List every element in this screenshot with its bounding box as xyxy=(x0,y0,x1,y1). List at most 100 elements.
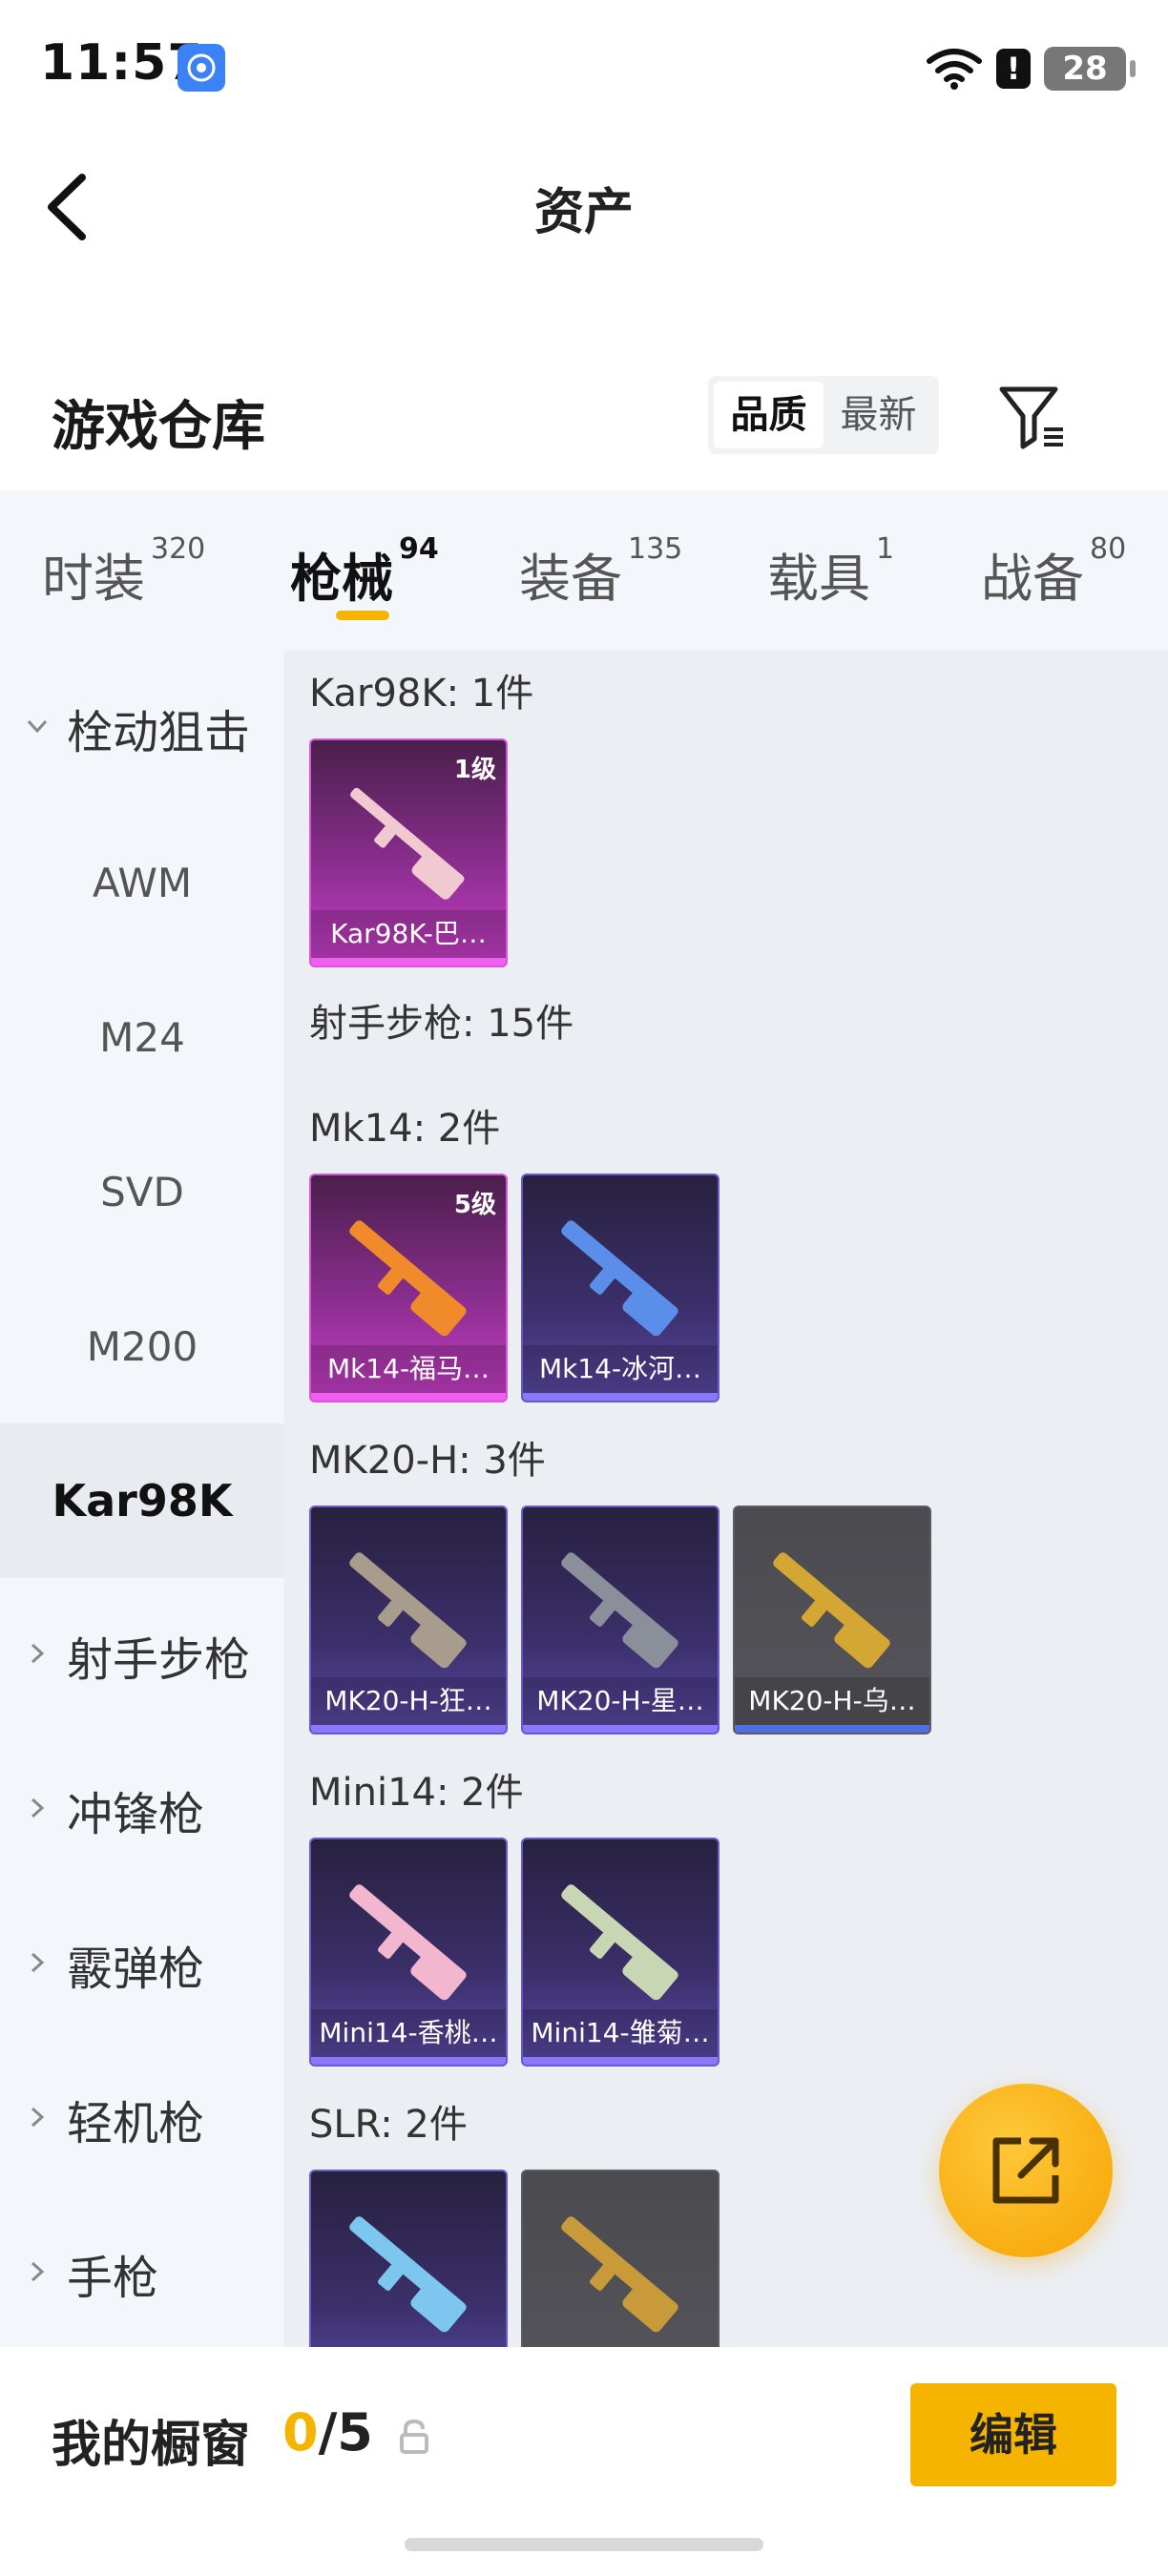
rarity-bar xyxy=(311,2057,506,2065)
category-tabs: 时装 320 枪械 94 装备 135 载具 1 战备 80 xyxy=(0,490,1168,651)
item-name: MK20-H-乌… xyxy=(735,1677,929,1725)
rifle-icon xyxy=(349,1552,467,1669)
item-name: Mini14-雏菊… xyxy=(523,2009,718,2057)
tab-weapons[interactable]: 枪械 94 xyxy=(290,532,439,612)
sidebar-item-m200[interactable]: M200 xyxy=(0,1269,284,1423)
rarity-bar xyxy=(311,1725,506,1733)
tab-label: 装备 xyxy=(519,549,622,609)
sidebar-item-label: 冲锋枪 xyxy=(67,1788,205,1841)
filter-icon xyxy=(999,386,1063,449)
chevron-right-icon xyxy=(31,1952,45,1973)
status-bar: 11:57 ! 28 xyxy=(0,0,1168,134)
item-name: Mini14-香桃… xyxy=(311,2009,506,2057)
group-title-marksman: 射手步枪: 15件 xyxy=(309,1002,574,1046)
item-card[interactable]: Mini14-雏菊… xyxy=(521,1838,720,2067)
sidebar-item-label: 霰弹枪 xyxy=(67,1942,205,1996)
sort-latest-option[interactable]: 最新 xyxy=(824,382,933,448)
sidebar-item-awm[interactable]: AWM xyxy=(0,805,284,960)
sidebar-item-m24[interactable]: M24 xyxy=(0,960,284,1114)
tab-fashion[interactable]: 时装 320 xyxy=(42,532,205,612)
tab-count: 135 xyxy=(628,532,683,566)
lock-icon xyxy=(400,2419,428,2454)
rifle-icon xyxy=(349,1220,467,1337)
share-external-icon xyxy=(992,2137,1059,2204)
sort-toggle: 品质 最新 xyxy=(708,376,939,454)
weapon-category-sidebar: 栓动狙击 AWM M24 SVD M200 Kar98K 射手步枪 冲锋枪 霰弹… xyxy=(0,651,284,2347)
item-card[interactable]: MK20-H-乌… xyxy=(733,1506,931,1735)
item-card[interactable] xyxy=(309,2170,508,2347)
group-title-mk14: Mk14: 2件 xyxy=(309,1107,501,1151)
item-card[interactable]: 1级 Kar98K-巴… xyxy=(309,738,508,967)
item-name: MK20-H-星… xyxy=(523,1677,718,1725)
sidebar-item-shotgun[interactable]: 霰弹枪 xyxy=(0,1887,284,2042)
tab-count: 1 xyxy=(876,532,895,566)
chevron-right-icon xyxy=(31,1643,45,1664)
sidebar-item-kar98k[interactable]: Kar98K xyxy=(0,1423,284,1578)
item-card[interactable]: MK20-H-狂… xyxy=(309,1506,508,1735)
sidebar-item-svd[interactable]: SVD xyxy=(0,1114,284,1269)
sidebar-item-label: SVD xyxy=(100,1168,184,1215)
tab-equipment[interactable]: 装备 135 xyxy=(519,532,682,612)
tab-vehicles[interactable]: 载具 1 xyxy=(767,532,894,612)
sidebar-item-smg[interactable]: 冲锋枪 xyxy=(0,1733,284,1887)
rifle-icon xyxy=(349,2216,467,2333)
showcase-label: 我的橱窗 xyxy=(52,2417,251,2474)
sidebar-item-label: 射手步枪 xyxy=(67,1633,251,1687)
item-name: Kar98K-巴… xyxy=(311,910,506,958)
tab-label: 战备 xyxy=(981,549,1084,609)
edit-button[interactable]: 编辑 xyxy=(910,2383,1116,2486)
sidebar-item-label: 轻机枪 xyxy=(67,2097,205,2150)
chevron-right-icon xyxy=(31,1797,45,1818)
home-indicator[interactable] xyxy=(405,2538,763,2551)
tab-label: 枪械 xyxy=(290,549,393,609)
chevron-down-icon xyxy=(27,719,48,734)
rarity-bar xyxy=(523,2057,718,2065)
rifle-icon xyxy=(561,1884,678,2001)
item-level: 1级 xyxy=(453,756,496,784)
item-name: Mk14-福马… xyxy=(311,1345,506,1393)
item-card[interactable]: MK20-H-星… xyxy=(521,1506,720,1735)
group-title-mini14: Mini14: 2件 xyxy=(309,1771,524,1815)
group-title-mk20h: MK20-H: 3件 xyxy=(309,1439,546,1483)
chevron-right-icon xyxy=(31,2261,45,2282)
chevron-right-icon xyxy=(31,2107,45,2128)
item-name: MK20-H-狂… xyxy=(311,1677,506,1725)
item-level: 5级 xyxy=(453,1191,496,1219)
tab-label: 时装 xyxy=(42,549,145,609)
sidebar-item-lmg[interactable]: 轻机枪 xyxy=(0,2042,284,2196)
item-name: Mk14-冰河… xyxy=(523,1345,718,1393)
rarity-bar xyxy=(523,1393,718,1401)
showcase-count: 0/5 xyxy=(282,2402,373,2462)
tab-count: 320 xyxy=(151,532,206,566)
sidebar-item-marksman-rifle[interactable]: 射手步枪 xyxy=(0,1578,284,1733)
group-title-kar98k: Kar98K: 1件 xyxy=(309,672,534,716)
item-card[interactable]: Mini14-香桃… xyxy=(309,1838,508,2067)
page-title: 资产 xyxy=(533,184,634,241)
sidebar-item-bolt-action[interactable]: 栓动狙击 xyxy=(0,651,284,805)
sidebar-item-label: M24 xyxy=(99,1013,185,1061)
share-fab-button[interactable] xyxy=(939,2084,1113,2257)
status-icons: ! 28 xyxy=(926,40,1136,97)
rifle-icon xyxy=(773,1552,890,1669)
rifle-icon xyxy=(561,1220,678,1337)
tab-gear[interactable]: 战备 80 xyxy=(981,532,1126,612)
rifle-icon xyxy=(561,1552,678,1669)
active-tab-indicator xyxy=(336,611,389,620)
filter-button[interactable] xyxy=(996,382,1069,454)
rarity-bar xyxy=(523,1725,718,1733)
item-card[interactable]: 5级 Mk14-福马… xyxy=(309,1174,508,1402)
rarity-bar xyxy=(311,958,506,966)
showcase-total: /5 xyxy=(318,2402,373,2462)
rifle-icon xyxy=(561,2216,678,2333)
item-card[interactable] xyxy=(521,2170,720,2347)
item-card[interactable]: Mk14-冰河… xyxy=(521,1174,720,1402)
tab-label: 载具 xyxy=(767,549,870,609)
sort-quality-option[interactable]: 品质 xyxy=(714,382,824,448)
rarity-bar xyxy=(311,1393,506,1401)
showcase-bar: 我的橱窗 0/5 编辑 xyxy=(0,2347,1168,2576)
sidebar-item-pistol[interactable]: 手枪 xyxy=(0,2196,284,2351)
rarity-bar xyxy=(735,1725,929,1733)
rifle-icon xyxy=(349,1884,467,2001)
sidebar-item-label: AWM xyxy=(92,859,193,906)
sidebar-item-label: Kar98K xyxy=(52,1475,233,1527)
